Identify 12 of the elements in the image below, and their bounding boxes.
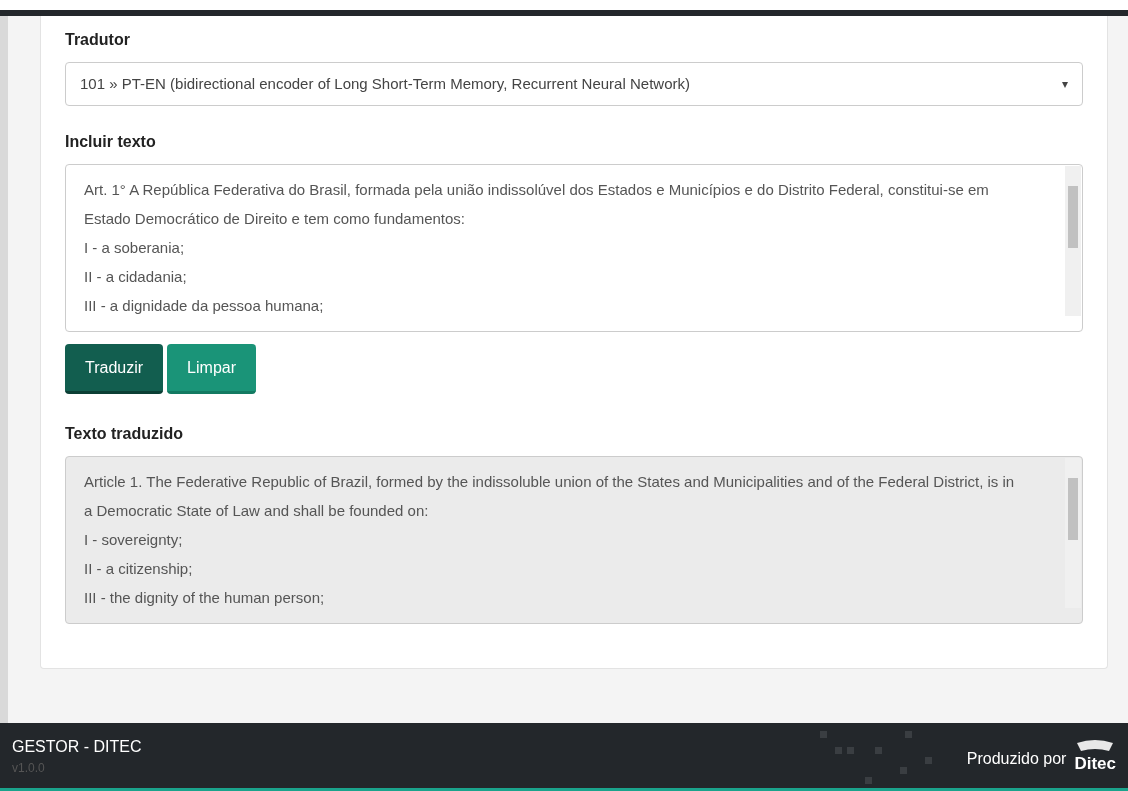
field-label: Texto traduzido — [65, 424, 183, 444]
credit-text: Produzido por — [966, 748, 1067, 769]
app-title: GESTOR - DITEC — [12, 736, 142, 757]
scrollbar[interactable] — [1065, 458, 1081, 608]
field-label: Incluir texto — [65, 132, 156, 152]
field-label: Tradutor — [65, 30, 130, 50]
translator-select[interactable]: 101 » PT-EN (bidirectional encoder of Long Short-Term Memory, Recurrent Neural Network) ▾ — [65, 62, 1083, 106]
action-button[interactable]: Limpar — [167, 344, 256, 394]
input-textarea[interactable]: Art. 1° A República Federativa do Brasil, formada pela união indissolúvel dos Estados e Municípios e do Distrito Federal, constitui-se em Estado Democrático de Direito e tem como fundamentos: I - a soberania; II - a cidadania; III - a dignidade da pessoa humana; — [65, 164, 1083, 332]
scrollbar[interactable] — [1065, 166, 1081, 316]
brand-text: Ditec — [1074, 755, 1116, 772]
action-button[interactable]: Traduzir — [65, 344, 164, 394]
